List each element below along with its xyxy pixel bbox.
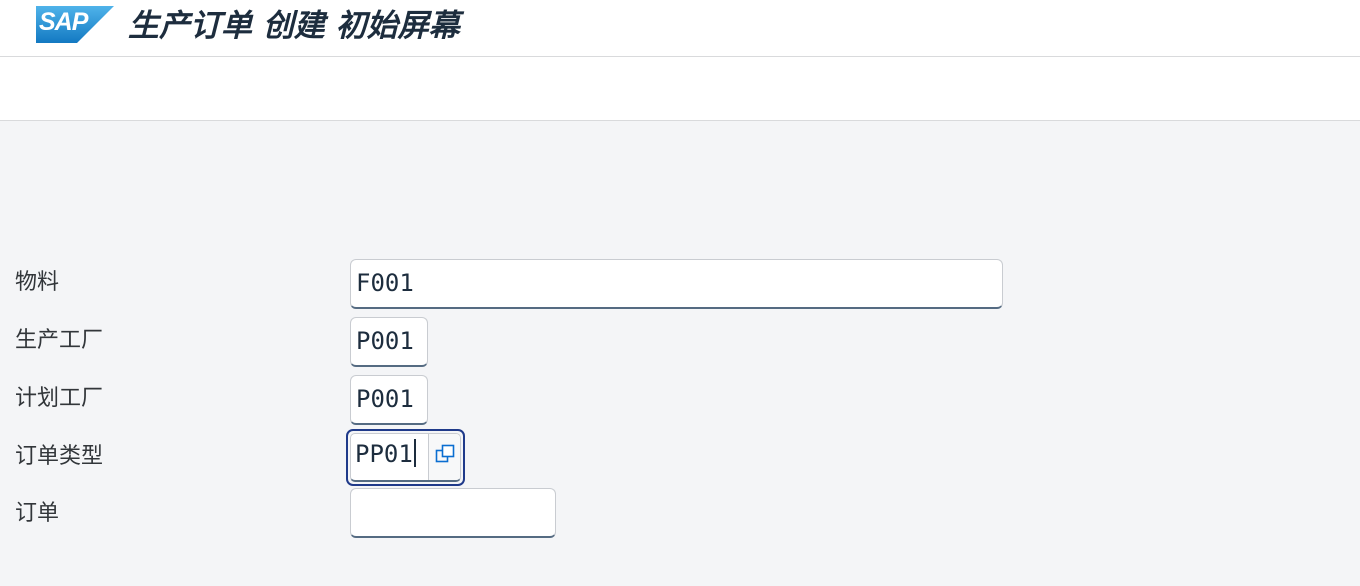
production-plant-input[interactable]: P001 [350,317,428,367]
order-input[interactable] [350,488,556,538]
material-input[interactable]: F001 [350,259,1003,309]
value-help-icon [434,443,456,471]
selection-form: 物料 F001 生产工厂 P001 计划工厂 P001 订单类型 PP01 订单 [0,122,1360,586]
sap-logo[interactable]: SAP [36,6,114,43]
order-type-field[interactable]: PP01 [346,429,465,486]
planning-plant-label: 计划工厂 [15,386,104,411]
page-title: 生产订单 创建 初始屏幕 [128,8,460,44]
order-type-input-box[interactable]: PP01 [350,433,461,482]
order-type-value: PP01 [355,440,413,468]
shell-header: SAP 生产订单 创建 初始屏幕 [0,0,1360,57]
toolbar [0,57,1360,121]
material-label: 物料 [15,270,60,295]
sap-logo-text: SAP [39,8,88,36]
production-plant-label: 生产工厂 [15,328,104,353]
order-label: 订单 [15,501,60,526]
order-type-label: 订单类型 [15,444,104,469]
text-cursor [413,439,416,467]
value-help-button[interactable] [428,434,460,480]
order-type-input[interactable]: PP01 [351,434,428,480]
planning-plant-input[interactable]: P001 [350,375,428,425]
